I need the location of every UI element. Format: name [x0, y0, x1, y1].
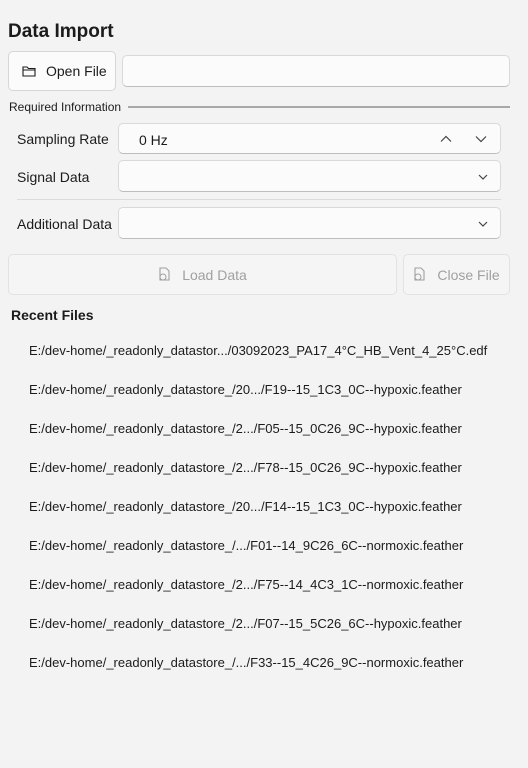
sampling-rate-label: Sampling Rate — [17, 131, 109, 147]
sampling-rate-value: 0 Hz — [139, 132, 168, 148]
document-icon — [413, 267, 427, 282]
recent-file-item[interactable]: E:/dev-home/_readonly_datastore_/2.../F0… — [29, 421, 462, 436]
recent-file-item[interactable]: E:/dev-home/_readonly_datastore_/2.../F0… — [29, 616, 462, 631]
recent-file-item[interactable]: E:/dev-home/_readonly_datastor.../030920… — [29, 343, 487, 358]
chevron-down-icon — [477, 170, 491, 184]
chevron-up-icon[interactable] — [439, 132, 453, 146]
document-icon — [158, 267, 172, 282]
recent-file-item[interactable]: E:/dev-home/_readonly_datastore_/20.../F… — [29, 382, 462, 397]
section-divider — [128, 106, 510, 108]
page-title: Data Import — [8, 21, 114, 42]
open-file-button[interactable]: Open File — [8, 51, 116, 91]
sampling-rate-spinbox[interactable]: 0 Hz — [118, 123, 501, 154]
file-path-field[interactable] — [122, 55, 510, 87]
folder-icon — [22, 65, 36, 77]
recent-file-item[interactable]: E:/dev-home/_readonly_datastore_/2.../F7… — [29, 577, 463, 592]
recent-file-item[interactable]: E:/dev-home/_readonly_datastore_/20.../F… — [29, 499, 462, 514]
open-file-label: Open File — [46, 63, 107, 79]
chevron-down-icon[interactable] — [474, 132, 488, 146]
required-section-label: Required Information — [9, 100, 122, 114]
signal-data-label: Signal Data — [17, 169, 90, 185]
signal-data-combobox[interactable] — [118, 160, 501, 192]
recent-file-item[interactable]: E:/dev-home/_readonly_datastore_/2.../F7… — [29, 460, 462, 475]
recent-file-item[interactable]: E:/dev-home/_readonly_datastore_/.../F01… — [29, 538, 463, 553]
chevron-down-icon — [477, 217, 491, 231]
load-data-label: Load Data — [182, 266, 247, 283]
close-file-button[interactable]: Close File — [403, 254, 510, 295]
recent-file-item[interactable]: E:/dev-home/_readonly_datastore_/.../F33… — [29, 655, 463, 670]
row-divider — [17, 199, 501, 200]
additional-data-label: Additional Data — [17, 216, 112, 232]
additional-data-combobox[interactable] — [118, 207, 501, 239]
close-file-label: Close File — [437, 266, 500, 283]
load-data-button[interactable]: Load Data — [8, 254, 397, 295]
recent-files-title: Recent Files — [11, 307, 94, 323]
